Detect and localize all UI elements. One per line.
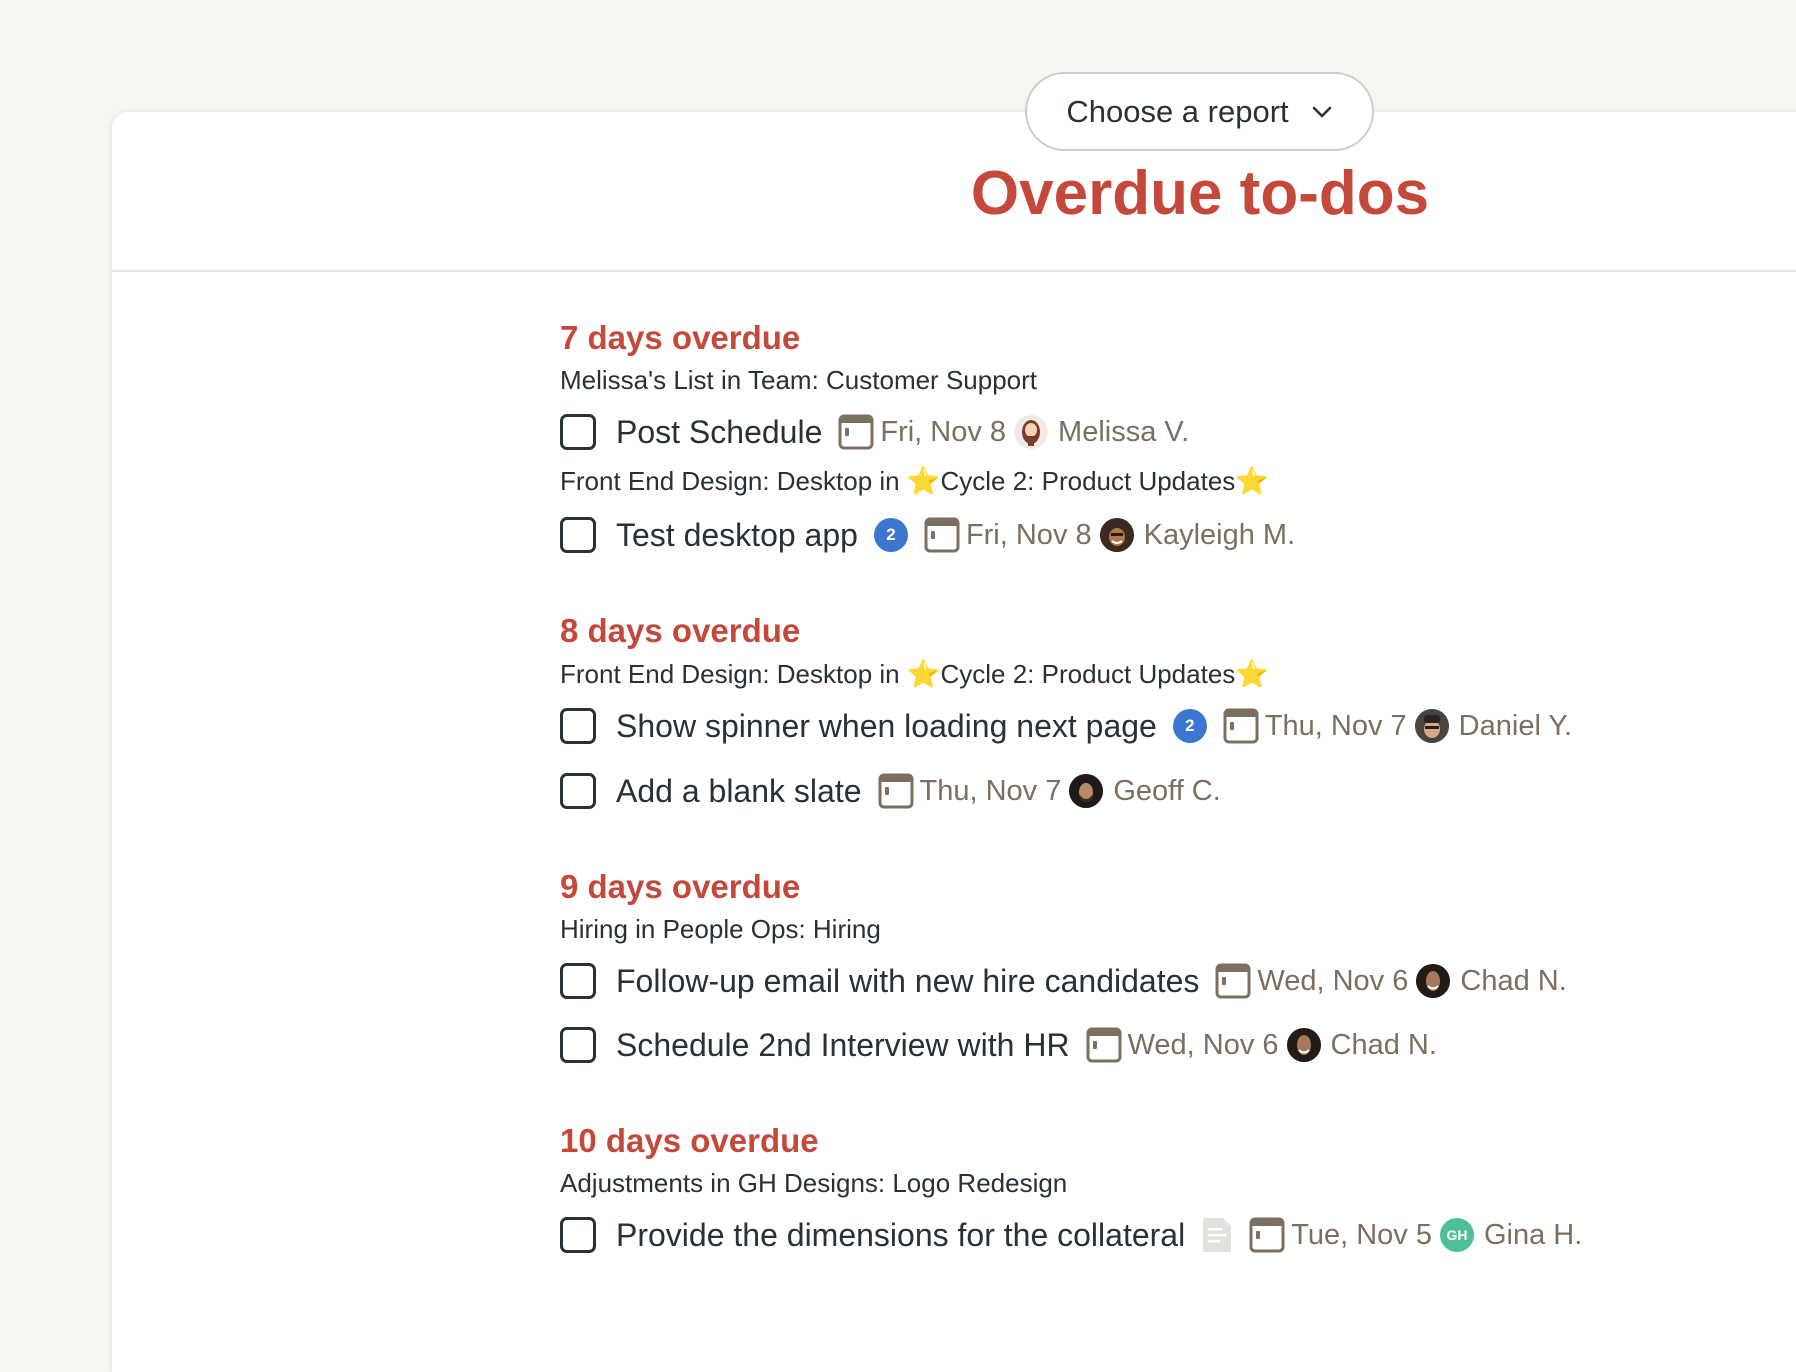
header-divider [112,270,1796,272]
due-date: Tue, Nov 5 [1291,1218,1432,1251]
todo-row: Test desktop app 2 Fri, Nov 8 Kayleigh M… [560,513,1295,557]
daniel-avatar [1414,709,1449,743]
due-date: Fri, Nov 8 [965,518,1092,551]
calendar-icon [1223,708,1259,744]
todo-row: Post Schedule Fri, Nov 8 Melissa V. [560,410,1189,454]
chad-avatar [1416,964,1451,998]
due-date: Thu, Nov 7 [919,774,1062,807]
kayleigh-avatar [1099,518,1134,552]
bucket-subtitle[interactable]: Front End Design: Desktop in ⭐Cycle 2: P… [560,465,1269,497]
todo-title[interactable]: Follow-up email with new hire candidates [616,963,1199,1000]
group-heading: 8 days overdue [560,612,801,649]
bucket-subtitle-prefix: Front End Design: Desktop in [560,466,907,496]
melissa-avatar [1014,415,1049,449]
geoff-avatar [1069,774,1104,808]
due-date: Wed, Nov 6 [1127,1028,1279,1061]
assignee-name[interactable]: Chad N. [1460,965,1566,998]
comment-count-badge[interactable]: 2 [873,518,908,552]
bucket-subtitle-prefix: Front End Design: Desktop in [560,659,907,689]
todo-row: Show spinner when loading next page 2 Th… [560,704,1572,748]
todo-checkbox[interactable] [560,708,596,744]
todo-row: Schedule 2nd Interview with HR Wed, Nov … [560,1023,1437,1067]
star-emoji-icon: ⭐ [1235,659,1269,689]
assignee-name[interactable]: Kayleigh M. [1144,519,1296,552]
todo-checkbox[interactable] [560,1217,596,1253]
group-heading: 9 days overdue [560,868,801,905]
calendar-icon [1249,1217,1285,1253]
calendar-icon [924,517,960,553]
notes-icon [1203,1218,1232,1252]
assignee-name[interactable]: Chad N. [1331,1029,1437,1062]
assignee-name[interactable]: Gina H. [1484,1219,1582,1252]
todo-title[interactable]: Test desktop app [616,517,858,554]
todo-checkbox[interactable] [560,773,596,809]
calendar-icon [1086,1027,1122,1063]
chevron-down-icon [1312,106,1331,117]
star-emoji-icon: ⭐ [1235,466,1269,496]
assignee-name[interactable]: Geoff C. [1113,775,1220,808]
chad-avatar [1286,1028,1321,1062]
comment-count-badge[interactable]: 2 [1172,709,1207,743]
todo-checkbox[interactable] [560,517,596,553]
choose-report-dropdown[interactable]: Choose a report [1025,72,1374,151]
calendar-icon [1215,963,1251,999]
todo-checkbox[interactable] [560,414,596,450]
group-heading: 10 days overdue [560,1122,819,1159]
bucket-subtitle[interactable]: Adjustments in GH Designs: Logo Redesign [560,1167,1067,1199]
todo-checkbox[interactable] [560,1027,596,1063]
star-emoji-icon: ⭐ [906,659,941,689]
due-date: Fri, Nov 8 [880,415,1007,448]
bucket-project-name: Cycle 2: Product Updates [940,466,1236,496]
bucket-subtitle[interactable]: Melissa's List in Team: Customer Support [560,364,1037,396]
page-title-wrap: Overdue to-dos [900,158,1500,230]
todo-row: Provide the dimensions for the collatera… [560,1213,1582,1257]
calendar-icon [878,773,913,809]
todo-title[interactable]: Show spinner when loading next page [616,708,1157,745]
choose-report-label: Choose a report [1066,93,1289,129]
bucket-subtitle[interactable]: Hiring in People Ops: Hiring [560,913,881,945]
todo-title[interactable]: Add a blank slate [616,773,862,810]
todo-row: Add a blank slate Thu, Nov 7 Geoff C. [560,769,1221,813]
due-date: Thu, Nov 7 [1264,709,1407,742]
due-date: Wed, Nov 6 [1257,964,1409,997]
todo-title[interactable]: Post Schedule [616,414,822,451]
page-title: Overdue to-dos [970,159,1430,228]
todo-title[interactable]: Schedule 2nd Interview with HR [616,1027,1070,1064]
gina-avatar: GH [1439,1218,1474,1252]
todo-title[interactable]: Provide the dimensions for the collatera… [616,1217,1185,1254]
assignee-name[interactable]: Melissa V. [1058,416,1189,449]
calendar-icon [838,414,874,450]
assignee-name[interactable]: Daniel Y. [1459,710,1572,743]
bucket-project-name: Cycle 2: Product Updates [940,659,1236,689]
star-emoji-icon: ⭐ [906,466,941,496]
todo-checkbox[interactable] [560,963,596,999]
bucket-subtitle[interactable]: Front End Design: Desktop in ⭐Cycle 2: P… [560,658,1269,690]
group-heading: 7 days overdue [560,319,801,356]
todo-row: Follow-up email with new hire candidates… [560,959,1567,1003]
